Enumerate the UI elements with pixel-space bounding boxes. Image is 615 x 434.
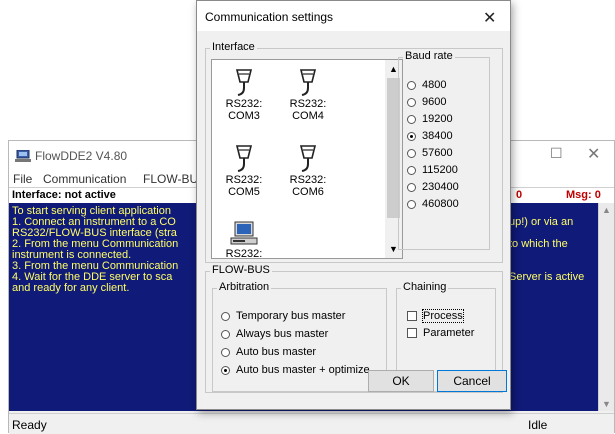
dialog-title: Communication settings bbox=[205, 10, 334, 24]
radio-label: 9600 bbox=[422, 96, 447, 108]
baud-9600-radio[interactable]: 9600 bbox=[407, 95, 446, 109]
console-scrollbar[interactable]: ▲ ▼ bbox=[598, 203, 614, 411]
console-output-right: up!) or via an to which the Server is ac… bbox=[509, 203, 601, 411]
message-count: Msg: 0 bbox=[566, 189, 601, 201]
close-icon[interactable]: ✕ bbox=[587, 144, 605, 163]
baud-rate-group-label: Baud rate bbox=[403, 50, 455, 62]
parameter-checkbox[interactable]: Parameter bbox=[407, 326, 474, 340]
communication-settings-dialog: Communication settings ✕ Interface RS232… bbox=[196, 0, 511, 410]
radio-dot bbox=[407, 182, 416, 192]
radio-label: Auto bus master bbox=[236, 346, 317, 358]
radio-dot bbox=[221, 347, 230, 357]
checkbox-box bbox=[407, 311, 417, 321]
radio-label: 115200 bbox=[422, 164, 458, 176]
baud-115200-radio[interactable]: 115200 bbox=[407, 163, 458, 177]
status-idle: Idle bbox=[528, 418, 548, 432]
radio-label: 4800 bbox=[422, 79, 447, 91]
radio-label: 230400 bbox=[422, 181, 459, 193]
radio-dot-checked bbox=[407, 131, 416, 141]
app-computer-icon bbox=[15, 150, 31, 162]
cancel-button[interactable]: Cancel bbox=[437, 370, 507, 392]
radio-dot bbox=[407, 80, 416, 90]
radio-dot bbox=[407, 97, 416, 107]
radio-label: 38400 bbox=[422, 130, 453, 142]
always-bus-master-radio[interactable]: Always bus master bbox=[221, 327, 328, 341]
menu-file[interactable]: File bbox=[13, 172, 32, 186]
checkbox-box bbox=[407, 328, 417, 338]
ok-button[interactable]: OK bbox=[368, 370, 434, 392]
menu-communication[interactable]: Communication bbox=[43, 172, 126, 186]
device-label: RS232: COM3 bbox=[225, 98, 263, 122]
main-window-title: FlowDDE2 V4.80 bbox=[35, 149, 128, 163]
status-ready: Ready bbox=[12, 418, 47, 432]
radio-label: Auto bus master + optimize bbox=[236, 364, 370, 376]
serial-plug-icon bbox=[299, 69, 317, 96]
auto-bus-master-radio[interactable]: Auto bus master bbox=[221, 345, 316, 359]
scroll-up-icon[interactable]: ▲ bbox=[602, 205, 611, 215]
serial-plug-icon bbox=[235, 145, 253, 172]
scroll-down-icon[interactable]: ▼ bbox=[602, 399, 611, 409]
radio-label: Temporary bus master bbox=[236, 310, 346, 322]
process-checkbox[interactable]: Process bbox=[407, 309, 464, 323]
radio-label: Always bus master bbox=[236, 328, 329, 340]
radio-dot bbox=[407, 165, 416, 175]
chaining-group-label: Chaining bbox=[401, 281, 449, 293]
flow-bus-group-label: FLOW-BUS bbox=[210, 264, 272, 276]
scroll-down-icon[interactable]: ▼ bbox=[389, 244, 398, 254]
radio-dot bbox=[407, 199, 416, 209]
radio-dot bbox=[221, 329, 230, 339]
temporary-bus-master-radio[interactable]: Temporary bus master bbox=[221, 309, 345, 323]
device-label: RS232: COM7 bbox=[225, 248, 263, 259]
auto-bus-master-optimize-radio[interactable]: Auto bus master + optimize bbox=[221, 363, 370, 377]
device-com7[interactable]: RS232: COM7 bbox=[214, 220, 274, 259]
radio-dot bbox=[407, 148, 416, 158]
interface-group-label: Interface bbox=[210, 41, 257, 53]
radio-label: 57600 bbox=[422, 147, 453, 159]
interface-device-list[interactable]: RS232: COM3 RS232: COM4 RS232: COM5 RS23… bbox=[211, 59, 403, 259]
radio-dot-checked bbox=[221, 365, 230, 375]
interface-status-text: Interface: not active bbox=[12, 189, 116, 201]
baud-rate-group: Baud rate 4800 9600 19200 38400 57600 11… bbox=[398, 50, 490, 250]
baud-460800-radio[interactable]: 460800 bbox=[407, 197, 459, 211]
device-com5[interactable]: RS232: COM5 bbox=[214, 144, 274, 198]
baud-19200-radio[interactable]: 19200 bbox=[407, 112, 453, 126]
device-label: RS232: COM4 bbox=[289, 98, 327, 122]
minimize-icon[interactable]: ☐ bbox=[550, 145, 568, 163]
console-line: Server is active bbox=[509, 272, 585, 283]
device-label: RS232: COM5 bbox=[225, 174, 263, 198]
baud-230400-radio[interactable]: 230400 bbox=[407, 180, 459, 194]
baud-4800-radio[interactable]: 4800 bbox=[407, 78, 446, 92]
interface-group: Interface RS232: COM3 RS232: COM4 RS232:… bbox=[205, 41, 503, 263]
device-com6[interactable]: RS232: COM6 bbox=[278, 144, 338, 198]
checkbox-label: Parameter bbox=[423, 327, 475, 339]
console-line: to which the bbox=[509, 239, 568, 250]
count-value: 0 bbox=[516, 189, 523, 201]
dialog-title-bar: Communication settings ✕ bbox=[197, 1, 510, 31]
device-com3[interactable]: RS232: COM3 bbox=[214, 68, 274, 122]
baud-38400-radio[interactable]: 38400 bbox=[407, 129, 453, 143]
close-icon[interactable]: ✕ bbox=[483, 8, 496, 28]
baud-57600-radio[interactable]: 57600 bbox=[407, 146, 453, 160]
serial-plug-icon bbox=[235, 69, 253, 96]
radio-label: 19200 bbox=[422, 113, 453, 125]
checkbox-label: Process bbox=[422, 309, 464, 323]
radio-label: 460800 bbox=[422, 198, 459, 210]
arbitration-group-label: Arbitration bbox=[217, 281, 272, 293]
radio-dot bbox=[407, 114, 416, 124]
scroll-up-icon[interactable]: ▲ bbox=[389, 64, 398, 74]
radio-dot bbox=[221, 311, 230, 321]
serial-plug-icon bbox=[299, 145, 317, 172]
console-line: up!) or via an bbox=[509, 217, 574, 228]
computer-icon bbox=[230, 221, 258, 245]
main-status-bar: Ready Idle bbox=[9, 413, 614, 434]
device-label: RS232: COM6 bbox=[289, 174, 327, 198]
device-com4[interactable]: RS232: COM4 bbox=[278, 68, 338, 122]
arbitration-group: Arbitration Temporary bus master Always … bbox=[212, 281, 387, 392]
